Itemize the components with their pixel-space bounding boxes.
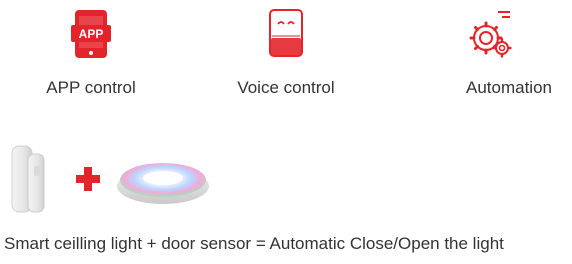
combination-caption: Smart ceilling light + door sensor = Aut… [4,234,504,253]
app-icon-text: APP [79,27,104,41]
automation-gears-icon [466,8,514,65]
door-sensor-image [11,145,45,213]
app-phone-icon: APP [69,8,113,65]
ceiling-light-image [117,163,209,204]
feature-label-app-control: APP control [46,78,136,97]
smart-speaker-icon [266,8,306,67]
feature-label-automation: Automation [466,78,552,97]
plus-icon [76,167,100,191]
feature-label-voice-control: Voice control [237,78,335,97]
product-combination [8,142,218,222]
product-combination-graphic [11,145,209,213]
